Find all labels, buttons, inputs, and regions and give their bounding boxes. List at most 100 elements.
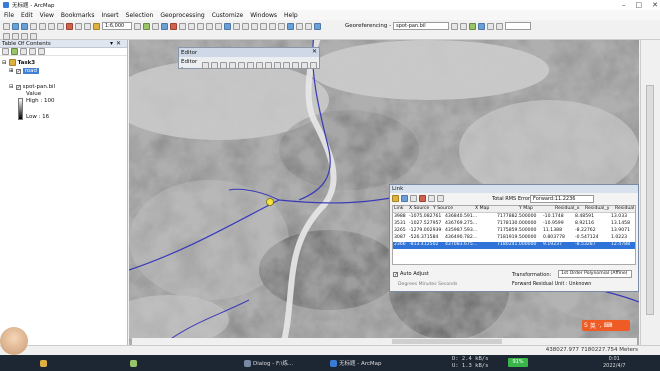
link-table[interactable]: Link X Source Y Source X Map Y Map Resid… — [392, 205, 636, 265]
menu-insert[interactable]: Insert — [101, 12, 118, 19]
list-by-selection-icon[interactable] — [29, 48, 36, 55]
identify-icon[interactable] — [287, 22, 294, 30]
maximize-icon[interactable]: □ — [636, 1, 643, 9]
layout-icon[interactable] — [30, 32, 37, 40]
open-icon[interactable] — [12, 22, 19, 30]
delete-link-icon[interactable] — [419, 195, 426, 202]
layer-visibility-checkbox[interactable]: ✓ — [15, 84, 21, 90]
menu-windows[interactable]: Windows — [250, 12, 277, 19]
catalog-icon[interactable] — [152, 22, 159, 30]
editor-menu[interactable]: Editor - — [181, 59, 200, 71]
edit-vertices-icon[interactable] — [256, 61, 263, 69]
fixed-zoom-out-icon[interactable] — [242, 22, 249, 30]
search-icon[interactable] — [161, 22, 168, 30]
add-control-points-icon[interactable] — [469, 22, 477, 30]
auto-adjust[interactable]: ✓ Auto Adjust — [393, 271, 429, 277]
find-icon[interactable] — [305, 22, 312, 30]
layer-visibility-checkbox[interactable]: ✓ — [15, 68, 21, 74]
col-header[interactable]: Y Map — [519, 206, 533, 211]
horizontal-scrollbar[interactable] — [132, 338, 637, 345]
redo-icon[interactable] — [84, 22, 91, 30]
layer-road[interactable]: ⊞ ✓ road — [9, 68, 39, 74]
zoom-in-icon[interactable] — [197, 22, 204, 30]
shift-icon[interactable] — [460, 22, 468, 30]
georef-layer-select[interactable]: spot-pan.bil — [393, 22, 450, 30]
menu-edit[interactable]: Edit — [21, 12, 33, 19]
punctuation-icon[interactable]: ·, — [598, 322, 602, 329]
layer-raster[interactable]: ⊟ ✓ spot-pan.bil — [9, 84, 55, 90]
menu-customize[interactable]: Customize — [212, 12, 244, 19]
list-by-source-icon[interactable] — [11, 48, 18, 55]
list-by-visibility-icon[interactable] — [20, 48, 27, 55]
keyboard-icon[interactable]: ⌨ — [604, 322, 613, 329]
close-icon[interactable]: ✕ — [652, 1, 658, 9]
split-icon[interactable] — [283, 61, 290, 69]
attributes-icon[interactable] — [301, 61, 308, 69]
delete-icon[interactable] — [66, 22, 73, 30]
table-row[interactable]: 3087 -526.371584 436490.782... 7181919.5… — [393, 235, 635, 242]
menu-help[interactable]: Help — [284, 12, 298, 19]
trace-icon[interactable] — [238, 61, 245, 69]
arctoolbox-icon[interactable] — [170, 22, 177, 30]
edit-annotation-icon[interactable] — [211, 61, 218, 69]
menu-file[interactable]: File — [4, 12, 14, 19]
vertical-scrollbar[interactable] — [640, 40, 660, 345]
map-scale-combo[interactable]: 1:6,000 — [102, 22, 132, 30]
viewer-icon[interactable] — [487, 22, 495, 30]
table-row[interactable]: 3988 -1075.082761 436840.591... 7177882.… — [393, 214, 635, 221]
effects-combo[interactable] — [505, 22, 532, 30]
effects-icon[interactable] — [496, 22, 504, 30]
minimize-icon[interactable]: – — [622, 1, 626, 9]
cut-polygons-icon[interactable] — [274, 61, 281, 69]
close-icon[interactable]: ✕ — [116, 40, 124, 47]
menu-geoprocessing[interactable]: Geoprocessing — [160, 12, 204, 19]
cut-icon[interactable] — [39, 22, 46, 30]
goto-xy-icon[interactable] — [314, 22, 321, 30]
col-header[interactable]: Y Source — [433, 206, 453, 211]
ime-toolbar[interactable]: S 英 ·, ⌨ — [582, 320, 630, 331]
model-builder-icon[interactable] — [188, 22, 195, 30]
toc-icon[interactable] — [143, 22, 150, 30]
georeferencing-menu[interactable]: Georeferencing - — [345, 23, 391, 29]
print-icon[interactable] — [30, 22, 37, 30]
options-icon[interactable] — [38, 48, 45, 55]
back-extent-icon[interactable] — [251, 22, 258, 30]
taskbar-app[interactable] — [40, 358, 47, 368]
menu-view[interactable]: View — [40, 12, 54, 19]
col-header[interactable]: Link — [394, 206, 403, 211]
add-data-icon[interactable] — [93, 22, 100, 30]
table-row[interactable]: 3265 -1279.002939 435987.593... 7175859.… — [393, 228, 635, 235]
rotate-icon[interactable] — [451, 22, 459, 30]
text-tool-icon[interactable] — [21, 32, 28, 40]
list-by-drawing-order-icon[interactable] — [2, 48, 9, 55]
pan-icon[interactable] — [215, 22, 222, 30]
line-tool-icon[interactable] — [12, 32, 19, 40]
scrollbar-thumb[interactable] — [646, 85, 654, 315]
table-row[interactable]: 3531 -1027.527957 436769.275... 7178130.… — [393, 221, 635, 228]
transformation-select[interactable]: 1st Order Polynomial (Affine) — [558, 270, 632, 278]
col-header[interactable]: Residual — [615, 206, 634, 211]
collapse-icon[interactable]: ⊟ — [9, 84, 14, 90]
copy-icon[interactable] — [48, 22, 55, 30]
select-link-icon[interactable] — [437, 195, 444, 202]
select-features-icon[interactable] — [269, 22, 276, 30]
save-icon[interactable] — [21, 22, 28, 30]
col-header[interactable]: Residual_x — [555, 206, 579, 211]
taskbar-app[interactable] — [130, 358, 137, 368]
reshape-icon[interactable] — [265, 61, 272, 69]
select-elements-icon[interactable] — [278, 22, 285, 30]
rotate-icon[interactable] — [292, 61, 299, 69]
paste-icon[interactable] — [57, 22, 64, 30]
editor-toolbar-icon[interactable] — [134, 22, 141, 30]
auto-adjust-checkbox[interactable]: ✓ — [393, 271, 398, 277]
python-icon[interactable] — [179, 22, 186, 30]
close-icon[interactable]: ✕ — [312, 48, 317, 55]
sketch-properties-icon[interactable] — [310, 61, 317, 69]
forward-extent-icon[interactable] — [260, 22, 267, 30]
straight-segment-icon[interactable] — [220, 61, 227, 69]
col-header[interactable]: X Map — [475, 206, 489, 211]
measure-icon[interactable] — [296, 22, 303, 30]
expand-icon[interactable]: ⊞ — [9, 68, 14, 74]
clock[interactable]: 0:01 2022/4/7 — [603, 356, 625, 370]
taskbar-dialog[interactable]: Dialog - F:\练... — [244, 358, 293, 368]
